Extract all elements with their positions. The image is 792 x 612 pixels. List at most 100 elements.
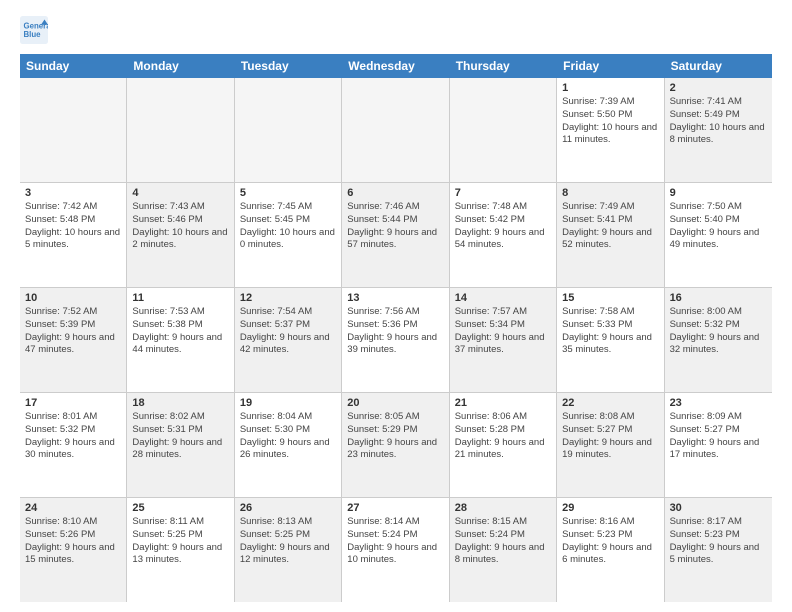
weekday-header: Monday bbox=[127, 54, 234, 78]
calendar-cell bbox=[127, 78, 234, 182]
cell-info-line: Sunrise: 7:49 AM bbox=[562, 201, 658, 214]
day-number: 22 bbox=[562, 397, 658, 409]
cell-info-line: Sunset: 5:24 PM bbox=[455, 529, 551, 542]
calendar-cell: 24Sunrise: 8:10 AMSunset: 5:26 PMDayligh… bbox=[20, 498, 127, 602]
cell-info-line: Daylight: 9 hours and 54 minutes. bbox=[455, 227, 551, 253]
cell-info-line: Sunset: 5:38 PM bbox=[132, 319, 228, 332]
calendar-cell: 12Sunrise: 7:54 AMSunset: 5:37 PMDayligh… bbox=[235, 288, 342, 392]
cell-info-line: Sunset: 5:44 PM bbox=[347, 214, 443, 227]
calendar-cell: 19Sunrise: 8:04 AMSunset: 5:30 PMDayligh… bbox=[235, 393, 342, 497]
cell-info-line: Sunset: 5:32 PM bbox=[25, 424, 121, 437]
cell-info-line: Sunset: 5:50 PM bbox=[562, 109, 658, 122]
cell-info-line: Sunrise: 7:48 AM bbox=[455, 201, 551, 214]
cell-info-line: Sunset: 5:27 PM bbox=[562, 424, 658, 437]
cell-info-line: Sunset: 5:34 PM bbox=[455, 319, 551, 332]
calendar-cell bbox=[342, 78, 449, 182]
cell-info-line: Daylight: 10 hours and 8 minutes. bbox=[670, 122, 767, 148]
cell-info-line: Sunset: 5:42 PM bbox=[455, 214, 551, 227]
day-number: 6 bbox=[347, 187, 443, 199]
cell-info-line: Sunset: 5:39 PM bbox=[25, 319, 121, 332]
cell-info-line: Daylight: 9 hours and 32 minutes. bbox=[670, 332, 767, 358]
calendar-cell: 6 Sunrise: 7:46 AMSunset: 5:44 PMDaylight… bbox=[342, 183, 449, 287]
weekday-header: Tuesday bbox=[235, 54, 342, 78]
cell-info-line: Daylight: 9 hours and 21 minutes. bbox=[455, 437, 551, 463]
cell-info-line: Daylight: 9 hours and 26 minutes. bbox=[240, 437, 336, 463]
cell-info-line: Sunset: 5:37 PM bbox=[240, 319, 336, 332]
day-number: 12 bbox=[240, 292, 336, 304]
weekday-header: Sunday bbox=[20, 54, 127, 78]
calendar-cell: 21Sunrise: 8:06 AMSunset: 5:28 PMDayligh… bbox=[450, 393, 557, 497]
cell-info-line: Sunset: 5:23 PM bbox=[670, 529, 767, 542]
cell-info-line: Sunset: 5:46 PM bbox=[132, 214, 228, 227]
day-number: 13 bbox=[347, 292, 443, 304]
day-number: 17 bbox=[25, 397, 121, 409]
calendar-cell: 20Sunrise: 8:05 AMSunset: 5:29 PMDayligh… bbox=[342, 393, 449, 497]
calendar-cell: 16Sunrise: 8:00 AMSunset: 5:32 PMDayligh… bbox=[665, 288, 772, 392]
calendar-row: 1Sunrise: 7:39 AMSunset: 5:50 PMDaylight… bbox=[20, 78, 772, 183]
day-number: 28 bbox=[455, 502, 551, 514]
calendar-cell bbox=[235, 78, 342, 182]
day-number: 14 bbox=[455, 292, 551, 304]
logo-icon: General Blue bbox=[20, 16, 48, 44]
cell-info-line: Sunset: 5:48 PM bbox=[25, 214, 121, 227]
day-number: 19 bbox=[240, 397, 336, 409]
calendar: SundayMondayTuesdayWednesdayThursdayFrid… bbox=[20, 54, 772, 602]
cell-info-line: Daylight: 9 hours and 6 minutes. bbox=[562, 542, 658, 568]
calendar-cell: 4Sunrise: 7:43 AMSunset: 5:46 PMDaylight… bbox=[127, 183, 234, 287]
cell-info-line: Daylight: 10 hours and 11 minutes. bbox=[562, 122, 658, 148]
page: General Blue SundayMondayTuesdayWednesda… bbox=[0, 0, 792, 612]
day-number: 29 bbox=[562, 502, 658, 514]
cell-info-line: Sunrise: 7:58 AM bbox=[562, 306, 658, 319]
cell-info-line: Sunset: 5:45 PM bbox=[240, 214, 336, 227]
cell-info-line: Daylight: 9 hours and 44 minutes. bbox=[132, 332, 228, 358]
day-number: 18 bbox=[132, 397, 228, 409]
weekday-header: Wednesday bbox=[342, 54, 449, 78]
cell-info-line: Daylight: 9 hours and 30 minutes. bbox=[25, 437, 121, 463]
calendar-body: 1Sunrise: 7:39 AMSunset: 5:50 PMDaylight… bbox=[20, 78, 772, 602]
day-number: 21 bbox=[455, 397, 551, 409]
cell-info-line: Sunrise: 7:45 AM bbox=[240, 201, 336, 214]
calendar-cell bbox=[20, 78, 127, 182]
cell-info-line: Sunset: 5:28 PM bbox=[455, 424, 551, 437]
calendar-cell: 23Sunrise: 8:09 AMSunset: 5:27 PMDayligh… bbox=[665, 393, 772, 497]
cell-info-line: Sunset: 5:49 PM bbox=[670, 109, 767, 122]
cell-info-line: Daylight: 10 hours and 2 minutes. bbox=[132, 227, 228, 253]
calendar-cell: 29Sunrise: 8:16 AMSunset: 5:23 PMDayligh… bbox=[557, 498, 664, 602]
calendar-cell: 1Sunrise: 7:39 AMSunset: 5:50 PMDaylight… bbox=[557, 78, 664, 182]
cell-info-line: Daylight: 9 hours and 39 minutes. bbox=[347, 332, 443, 358]
cell-info-line: Sunrise: 8:05 AM bbox=[347, 411, 443, 424]
cell-info-line: Sunrise: 8:10 AM bbox=[25, 516, 121, 529]
cell-info-line: Daylight: 10 hours and 5 minutes. bbox=[25, 227, 121, 253]
cell-info-line: Daylight: 9 hours and 37 minutes. bbox=[455, 332, 551, 358]
calendar-cell: 27Sunrise: 8:14 AMSunset: 5:24 PMDayligh… bbox=[342, 498, 449, 602]
cell-info-line: Daylight: 9 hours and 52 minutes. bbox=[562, 227, 658, 253]
calendar-cell: 18 Sunrise: 8:02 AMSunset: 5:31 PMDayligh… bbox=[127, 393, 234, 497]
calendar-row: 10Sunrise: 7:52 AMSunset: 5:39 PMDayligh… bbox=[20, 288, 772, 393]
day-number: 27 bbox=[347, 502, 443, 514]
calendar-row: 17Sunrise: 8:01 AMSunset: 5:32 PMDayligh… bbox=[20, 393, 772, 498]
header: General Blue bbox=[20, 16, 772, 44]
cell-info-line: Daylight: 9 hours and 57 minutes. bbox=[347, 227, 443, 253]
cell-info-line: Sunrise: 8:13 AM bbox=[240, 516, 336, 529]
calendar-cell: 14Sunrise: 7:57 AMSunset: 5:34 PMDayligh… bbox=[450, 288, 557, 392]
calendar-cell: 7Sunrise: 7:48 AMSunset: 5:42 PMDaylight… bbox=[450, 183, 557, 287]
cell-info-line: Sunset: 5:31 PM bbox=[132, 424, 228, 437]
cell-info-line: Daylight: 9 hours and 23 minutes. bbox=[347, 437, 443, 463]
cell-info-line: Sunrise: 8:04 AM bbox=[240, 411, 336, 424]
cell-info-line: Daylight: 9 hours and 13 minutes. bbox=[132, 542, 228, 568]
cell-info-line: Sunset: 5:33 PM bbox=[562, 319, 658, 332]
cell-info-line: Sunset: 5:32 PM bbox=[670, 319, 767, 332]
cell-info-line: Daylight: 9 hours and 10 minutes. bbox=[347, 542, 443, 568]
cell-info-line: Sunrise: 8:02 AM bbox=[132, 411, 228, 424]
cell-info-line: Sunrise: 8:15 AM bbox=[455, 516, 551, 529]
cell-info-line: Daylight: 9 hours and 28 minutes. bbox=[132, 437, 228, 463]
cell-info-line: Sunset: 5:26 PM bbox=[25, 529, 121, 542]
cell-info-line: Sunrise: 8:11 AM bbox=[132, 516, 228, 529]
cell-info-line: Sunrise: 7:46 AM bbox=[347, 201, 443, 214]
cell-info-line: Sunrise: 7:53 AM bbox=[132, 306, 228, 319]
cell-info-line: Sunrise: 7:42 AM bbox=[25, 201, 121, 214]
cell-info-line: Sunset: 5:41 PM bbox=[562, 214, 658, 227]
cell-info-line: Sunset: 5:29 PM bbox=[347, 424, 443, 437]
calendar-cell: 15Sunrise: 7:58 AMSunset: 5:33 PMDayligh… bbox=[557, 288, 664, 392]
calendar-cell: 11Sunrise: 7:53 AMSunset: 5:38 PMDayligh… bbox=[127, 288, 234, 392]
